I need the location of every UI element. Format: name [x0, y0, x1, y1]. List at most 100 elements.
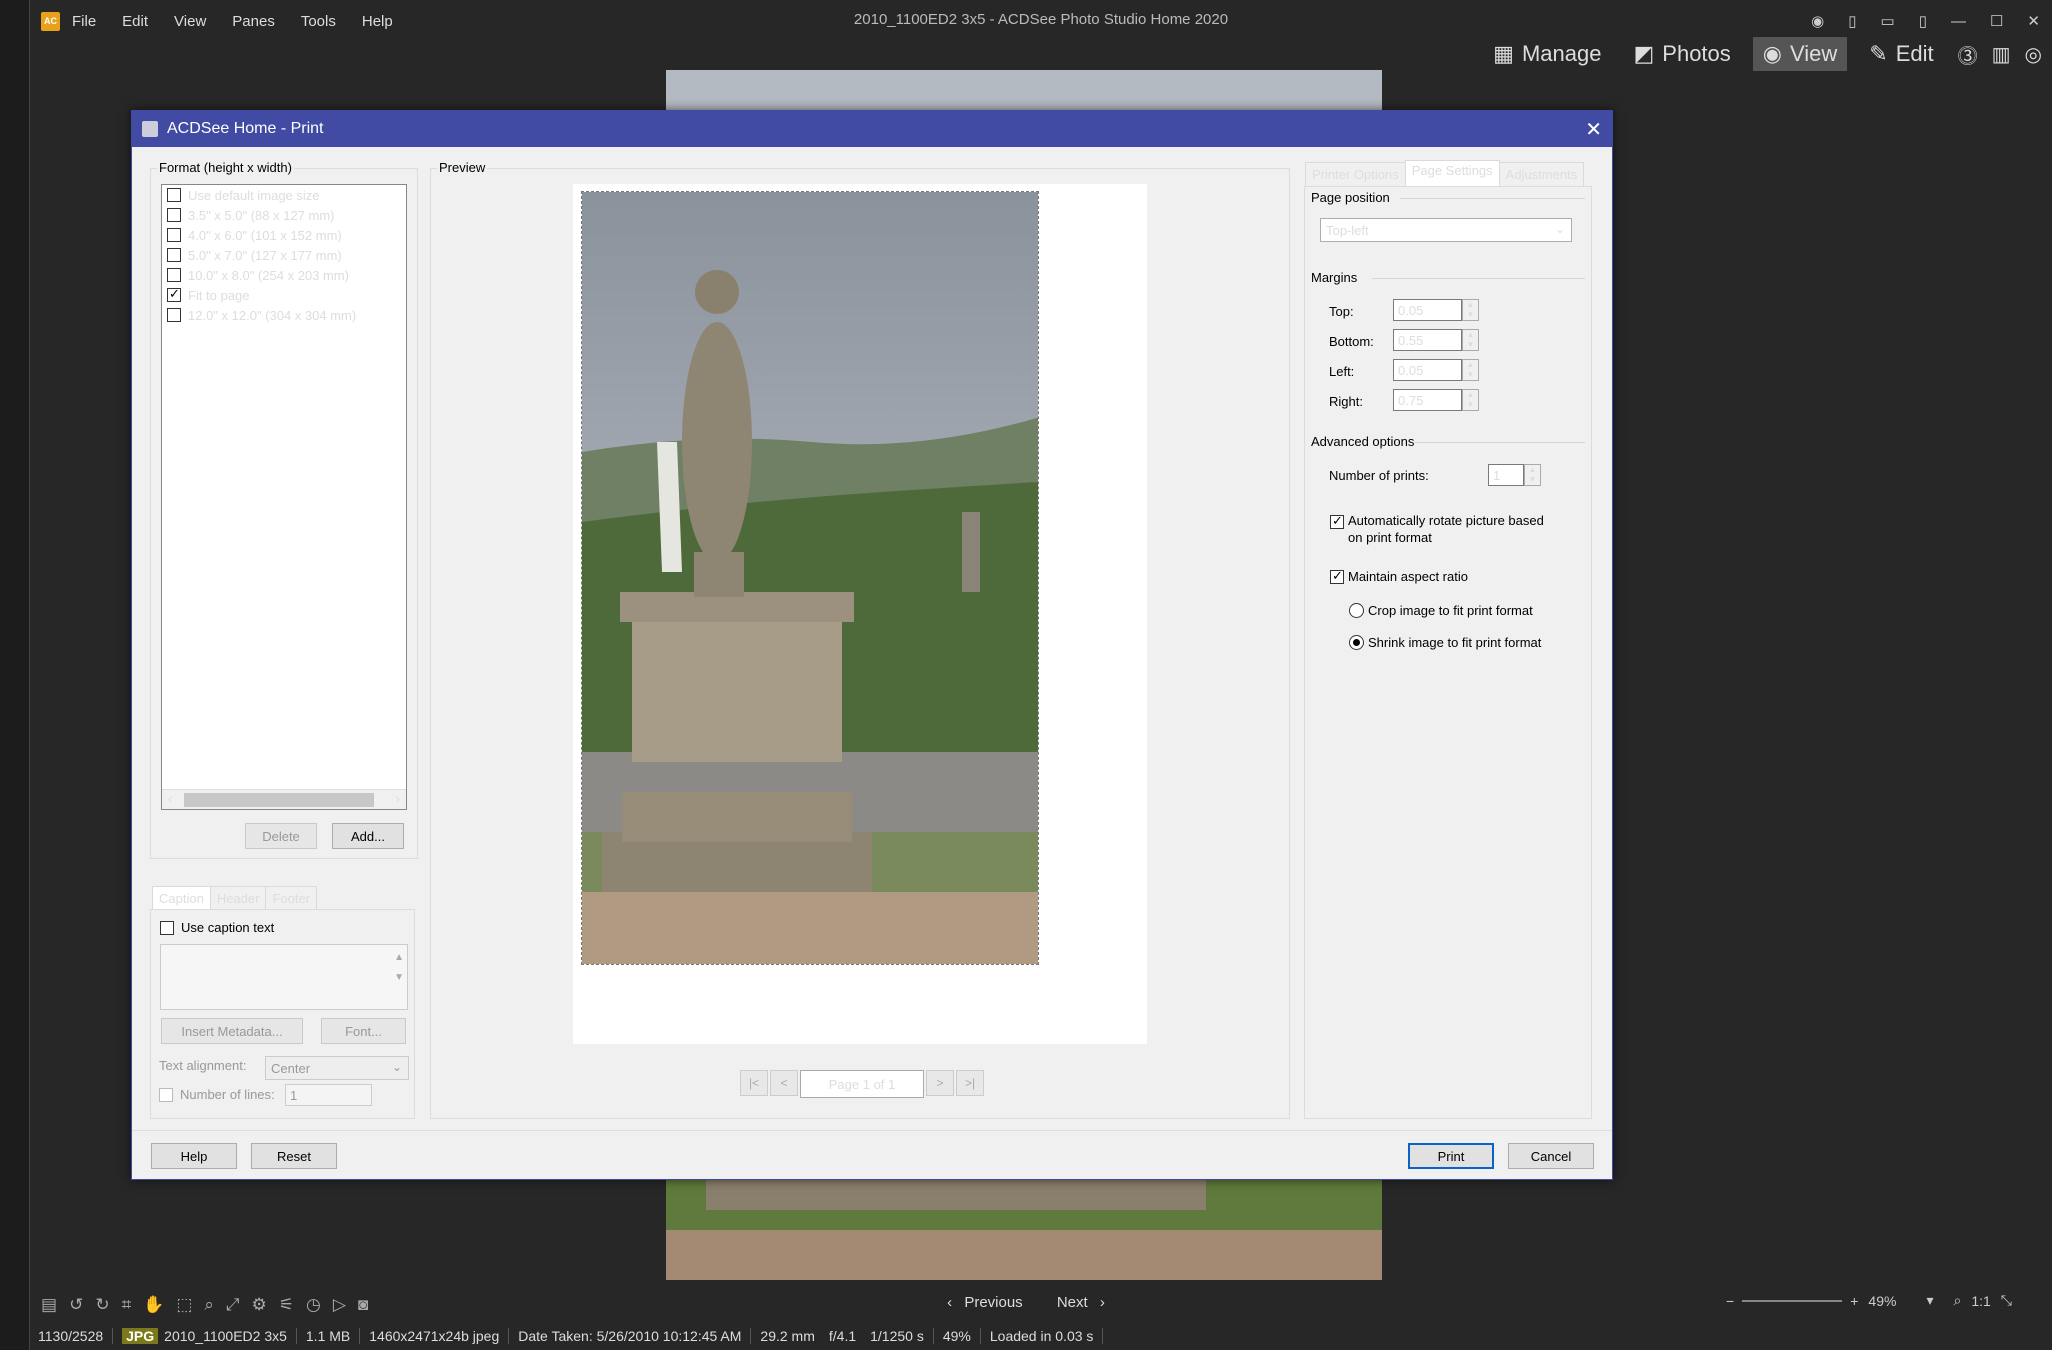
number-of-lines-checkbox[interactable] — [159, 1087, 173, 1102]
cancel-button[interactable]: Cancel — [1508, 1143, 1594, 1169]
right-margin-label: Right: — [1329, 394, 1363, 409]
one-to-one-button[interactable]: 1:1 — [1971, 1293, 1990, 1309]
insert-metadata-button[interactable]: Insert Metadata... — [161, 1018, 303, 1044]
auto-rotate-label-line2[interactable]: on print format — [1348, 530, 1432, 545]
format-item[interactable]: 5.0" x 7.0" (127 x 177 mm) — [162, 245, 406, 265]
develop-icon[interactable]: ◎ — [2025, 42, 2042, 67]
mode-view[interactable]: ◉ View — [1752, 37, 1848, 71]
divider — [1372, 278, 1585, 279]
format-item[interactable]: Use default image size — [162, 185, 406, 205]
format-list[interactable]: Use default image size 3.5" x 5.0" (88 x… — [161, 184, 407, 810]
format-checkbox-3[interactable] — [167, 248, 181, 262]
number-of-lines-input[interactable]: 1 — [285, 1084, 372, 1106]
crop-image-label[interactable]: Crop image to fit print format — [1368, 603, 1533, 618]
next-page-button[interactable]: > — [926, 1070, 954, 1096]
next-button[interactable]: Next — [1057, 1294, 1088, 1311]
365-icon[interactable]: ⓷ — [1958, 40, 1978, 69]
eye-icon: ◉ — [1762, 41, 1782, 66]
add-format-button[interactable]: Add... — [332, 823, 404, 849]
use-caption-checkbox[interactable] — [160, 920, 174, 935]
mode-manage[interactable]: ▦ Manage — [1483, 37, 1611, 71]
first-page-button[interactable]: |< — [740, 1070, 768, 1096]
number-of-lines-row: Number of lines: — [159, 1087, 275, 1102]
previous-arrow-icon[interactable]: ‹ — [947, 1294, 952, 1311]
auto-rotate-checkbox[interactable] — [1330, 513, 1344, 529]
status-shutter: 1/1250 s — [870, 1328, 924, 1344]
help-button[interactable]: Help — [151, 1143, 237, 1169]
previous-button[interactable]: Previous — [964, 1294, 1022, 1311]
delete-format-button[interactable]: Delete — [245, 823, 317, 849]
right-pane-icon[interactable]: ▯ — [1919, 12, 1927, 30]
bottom-margin-input[interactable]: 0.55 — [1393, 329, 1462, 351]
mode-edit-label: Edit — [1895, 41, 1934, 66]
maximize-icon[interactable]: ☐ — [1990, 12, 2003, 30]
number-of-prints-input[interactable]: 1 — [1488, 464, 1524, 486]
caption-textarea[interactable]: ▲ ▼ — [160, 944, 408, 1010]
status-loaded: Loaded in 0.03 s — [981, 1328, 1104, 1344]
tab-header[interactable]: Header — [209, 886, 267, 910]
bottom-margin-spinner[interactable]: ▲ ▼ — [1462, 329, 1479, 351]
account-icon[interactable]: ◉ — [1811, 12, 1824, 30]
reset-button[interactable]: Reset — [251, 1143, 337, 1169]
format-item[interactable]: Fit to page — [162, 285, 406, 305]
format-checkbox-2[interactable] — [167, 228, 181, 242]
fit-icon[interactable]: ⤡ — [2001, 1292, 2012, 1309]
scroll-left-icon[interactable]: ‹ — [168, 791, 172, 806]
mode-photos[interactable]: ◩ Photos — [1623, 37, 1740, 71]
use-caption-row[interactable]: Use caption text — [160, 920, 274, 935]
maintain-aspect-checkbox[interactable] — [1330, 568, 1344, 584]
close-icon[interactable]: ✕ — [2027, 12, 2040, 30]
format-item[interactable]: 10.0" x 8.0" (254 x 203 mm) — [162, 265, 406, 285]
zoom-in-icon[interactable]: + — [1850, 1293, 1858, 1309]
number-of-prints-spinner[interactable]: ▲ ▼ — [1524, 464, 1541, 486]
tab-caption[interactable]: Caption — [152, 886, 211, 910]
right-margin-spinner[interactable]: ▲ ▼ — [1462, 389, 1479, 411]
left-pane-icon[interactable]: ▯ — [1848, 12, 1856, 30]
top-margin-spinner[interactable]: ▲ ▼ — [1462, 299, 1479, 321]
footer-divider — [132, 1130, 1612, 1131]
crop-image-radio[interactable] — [1349, 603, 1364, 618]
zoom-value[interactable]: 49% — [1868, 1293, 1896, 1309]
format-list-scrollbar[interactable]: ‹ › — [162, 789, 406, 809]
dialog-close-icon[interactable]: ✕ — [1585, 117, 1602, 142]
format-checkbox-4[interactable] — [167, 268, 181, 282]
format-checkbox-0[interactable] — [167, 188, 181, 202]
tab-page-settings[interactable]: Page Settings — [1404, 160, 1500, 186]
shrink-image-label[interactable]: Shrink image to fit print format — [1368, 635, 1541, 650]
left-margin-spinner[interactable]: ▲ ▼ — [1462, 359, 1479, 381]
right-margin-input[interactable]: 0.75 — [1393, 389, 1462, 411]
top-margin-input[interactable]: 0.05 — [1393, 299, 1462, 321]
format-item[interactable]: 12.0" x 12.0" (304 x 304 mm) — [162, 305, 406, 325]
page-position-label: Page position — [1311, 190, 1390, 205]
format-checkbox-1[interactable] — [167, 208, 181, 222]
auto-rotate-label[interactable]: Automatically rotate picture based — [1348, 513, 1544, 528]
dashboard-icon[interactable]: ▥ — [1992, 42, 2011, 67]
left-margin-input[interactable]: 0.05 — [1393, 359, 1462, 381]
zoom-out-icon[interactable]: − — [1726, 1293, 1734, 1309]
shrink-image-radio[interactable] — [1349, 635, 1364, 650]
text-alignment-select[interactable]: Center ⌄ — [265, 1056, 409, 1080]
status-dimensions: 1460x2471x24b jpeg — [360, 1328, 510, 1344]
format-checkbox-6[interactable] — [167, 308, 181, 322]
bottom-pane-icon[interactable]: ▭ — [1881, 12, 1895, 30]
format-item[interactable]: 4.0" x 6.0" (101 x 152 mm) — [162, 225, 406, 245]
maintain-aspect-label[interactable]: Maintain aspect ratio — [1348, 569, 1468, 584]
mode-edit[interactable]: ✎ Edit — [1859, 37, 1943, 71]
magnify-icon[interactable]: ⌕ — [1953, 1292, 1961, 1309]
font-button[interactable]: Font... — [321, 1018, 406, 1044]
zoom-slider[interactable] — [1742, 1299, 1843, 1302]
scroll-thumb[interactable] — [184, 793, 374, 807]
page-position-select[interactable]: Top-left ⌄ — [1320, 218, 1572, 242]
format-checkbox-5[interactable] — [167, 286, 181, 302]
next-arrow-icon[interactable]: › — [1100, 1294, 1105, 1311]
scroll-right-icon[interactable]: › — [396, 791, 400, 806]
last-page-button[interactable]: >| — [956, 1070, 984, 1096]
zoom-dropdown-icon[interactable]: ▾ — [1926, 1292, 1933, 1309]
tab-footer[interactable]: Footer — [265, 886, 318, 910]
format-item[interactable]: 3.5" x 5.0" (88 x 127 mm) — [162, 205, 406, 225]
minimize-icon[interactable]: — — [1951, 13, 1966, 30]
prev-page-button[interactable]: < — [770, 1070, 798, 1096]
tab-adjustments[interactable]: Adjustments — [1498, 162, 1585, 186]
print-button[interactable]: Print — [1408, 1143, 1494, 1169]
tab-printer-options[interactable]: Printer Options — [1305, 162, 1406, 186]
